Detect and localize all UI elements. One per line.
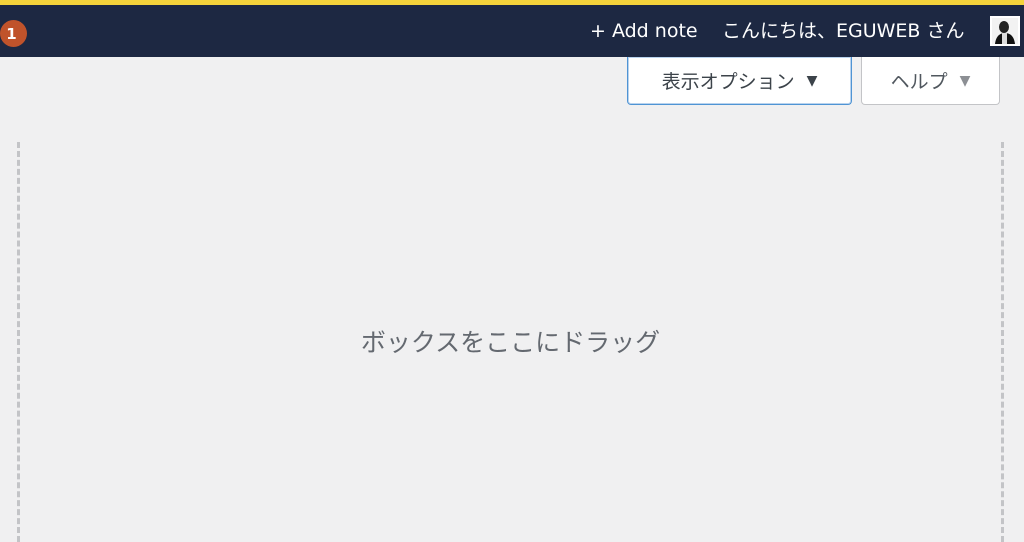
account-greeting[interactable]: こんにちは、EGUWEB さん: [722, 19, 965, 43]
update-count-badge[interactable]: 1: [0, 20, 27, 47]
help-button[interactable]: ヘルプ ▼: [861, 57, 1000, 105]
user-avatar-icon[interactable]: [990, 16, 1020, 46]
help-label: ヘルプ: [890, 71, 948, 93]
add-note-link[interactable]: + Add note: [590, 19, 698, 43]
drop-zone-text: ボックスをここにドラッグ: [360, 328, 661, 357]
update-count: 1: [6, 24, 17, 43]
caret-down-icon: ▼: [959, 72, 971, 89]
screen-options-label: 表示オプション: [661, 71, 795, 93]
screen-options-button[interactable]: 表示オプション ▼: [627, 57, 852, 105]
admin-bar: 1 + Add note こんにちは、EGUWEB さん: [0, 5, 1024, 57]
widget-drop-zone[interactable]: ボックスをここにドラッグ: [17, 142, 1004, 542]
caret-down-icon: ▼: [806, 72, 818, 89]
